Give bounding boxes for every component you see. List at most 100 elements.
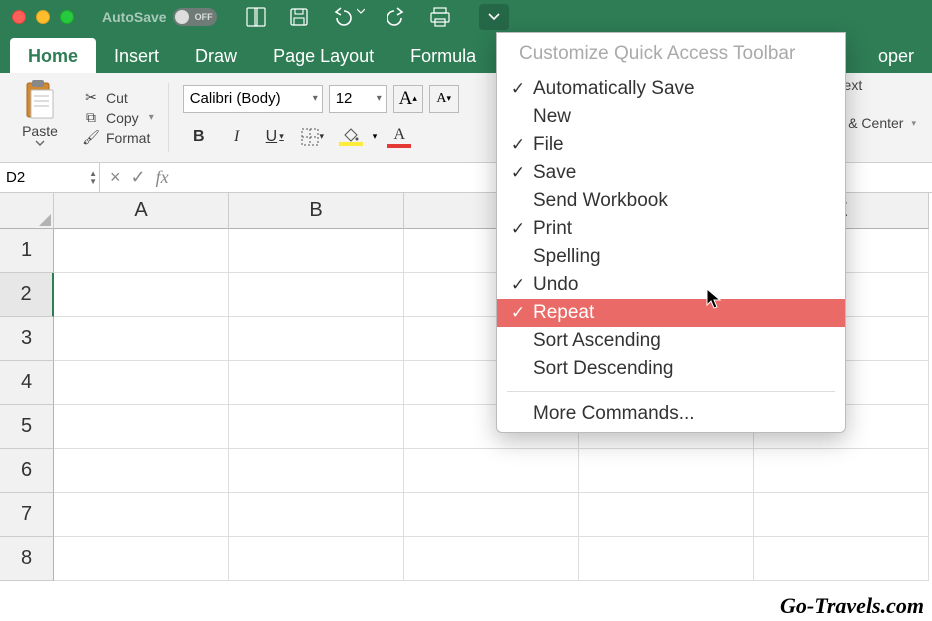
qat-menu-item-spelling[interactable]: Spelling [497,243,845,271]
row-header[interactable]: 6 [0,449,54,493]
cell[interactable] [229,493,404,537]
qat-menu-item-save[interactable]: ✓Save [497,159,845,187]
font-name-dropdown[interactable]: Calibri (Body)▾ [183,85,323,113]
check-icon: ✓ [509,303,527,323]
fill-color-button[interactable] [335,123,367,151]
customize-qat-menu: Customize Quick Access Toolbar ✓Automati… [496,32,846,433]
cell[interactable] [754,493,929,537]
italic-button[interactable]: I [221,123,253,151]
underline-button[interactable]: U▾ [259,123,291,151]
qat-menu-item-sort-ascending[interactable]: Sort Ascending [497,327,845,355]
paste-button[interactable]: Paste [10,77,70,158]
cell[interactable] [54,361,229,405]
insert-function-button[interactable]: fx [156,167,169,188]
autosave-toggle[interactable]: AutoSave OFF [102,8,217,26]
font-size-dropdown[interactable]: 12▾ [329,85,387,113]
cell[interactable] [54,405,229,449]
check-icon: ✓ [509,163,527,183]
column-header-B[interactable]: B [229,193,404,229]
qat-menu-item-sort-descending[interactable]: Sort Descending [497,355,845,383]
qat-menu-item-automatically-save[interactable]: ✓Automatically Save [497,75,845,103]
cut-button[interactable]: ✂Cut [82,89,154,106]
borders-button[interactable]: ▾ [297,123,329,151]
qat-menu-item-repeat[interactable]: ✓Repeat [497,299,845,327]
quick-access-toolbar [245,4,509,30]
font-group: Calibri (Body)▾ 12▾ A▴ A▾ B I U▾ ▾ ▾ A [183,77,459,158]
cell[interactable] [54,449,229,493]
qat-menu-more-commands[interactable]: More Commands... [497,400,845,428]
row-header[interactable]: 3 [0,317,54,361]
cell[interactable] [404,493,579,537]
cell[interactable] [404,537,579,581]
copy-button[interactable]: ⧉Copy▾ [82,109,154,126]
cell[interactable] [754,537,929,581]
tab-developer[interactable]: oper [860,38,932,73]
cell[interactable] [229,317,404,361]
cell[interactable] [579,449,754,493]
row-header[interactable]: 4 [0,361,54,405]
cell[interactable] [579,537,754,581]
cell[interactable] [54,493,229,537]
qat-menu-item-undo[interactable]: ✓Undo [497,271,845,299]
qat-menu-item-send-workbook[interactable]: Send Workbook [497,187,845,215]
cancel-formula-button[interactable]: × [110,167,121,188]
wrap-text-button[interactable]: Text [837,77,916,93]
row-header[interactable]: 8 [0,537,54,581]
customize-qat-dropdown-button[interactable] [479,4,509,30]
tab-draw[interactable]: Draw [177,38,255,73]
tab-insert[interactable]: Insert [96,38,177,73]
format-painter-button[interactable]: 🖌Format [82,129,154,146]
font-color-button[interactable]: A [383,123,415,151]
menu-item-label: Spelling [533,246,601,268]
confirm-formula-button[interactable]: ✓ [131,167,146,188]
print-icon[interactable] [429,7,451,27]
cell[interactable] [54,537,229,581]
font-color-swatch [387,144,411,148]
column-header-A[interactable]: A [54,193,229,229]
row-header[interactable]: 2 [0,273,54,317]
autosave-switch[interactable]: OFF [173,8,217,26]
namebox-spinner[interactable]: ▲▼ [89,170,97,186]
tab-home[interactable]: Home [10,38,96,73]
cell[interactable] [229,537,404,581]
menu-item-label: Automatically Save [533,78,695,100]
cell[interactable] [404,449,579,493]
menu-item-label: New [533,106,571,128]
row-header[interactable]: 7 [0,493,54,537]
cell[interactable] [54,229,229,273]
select-all-corner[interactable] [0,193,54,229]
qat-menu-item-new[interactable]: New [497,103,845,131]
name-box[interactable]: D2 ▲▼ [0,163,100,192]
increase-font-button[interactable]: A▴ [393,85,423,113]
cell[interactable] [54,273,229,317]
window-zoom-button[interactable] [60,10,74,24]
cell[interactable] [229,449,404,493]
decrease-font-button[interactable]: A▾ [429,85,459,113]
save-icon[interactable] [289,7,309,27]
cell[interactable] [54,317,229,361]
bold-button[interactable]: B [183,123,215,151]
chevron-down-icon[interactable] [35,139,45,147]
file-icon[interactable] [245,7,267,27]
cell[interactable] [229,229,404,273]
row-header[interactable]: 1 [0,229,54,273]
tab-page-layout[interactable]: Page Layout [255,38,392,73]
row-header[interactable]: 5 [0,405,54,449]
tab-formulas[interactable]: Formula [392,38,494,73]
merge-center-button[interactable]: e & Center▾ [837,115,916,131]
redo-icon[interactable] [387,7,407,27]
qat-menu-item-print[interactable]: ✓Print [497,215,845,243]
window-close-button[interactable] [12,10,26,24]
cell[interactable] [229,361,404,405]
cell[interactable] [229,405,404,449]
qat-menu-item-file[interactable]: ✓File [497,131,845,159]
menu-item-label: Undo [533,274,578,296]
scissors-icon: ✂ [82,89,100,106]
menu-separator [507,391,835,392]
cell[interactable] [229,273,404,317]
window-titlebar: AutoSave OFF [0,0,932,33]
cell[interactable] [579,493,754,537]
window-minimize-button[interactable] [36,10,50,24]
cell[interactable] [754,449,929,493]
undo-icon[interactable] [331,7,365,27]
